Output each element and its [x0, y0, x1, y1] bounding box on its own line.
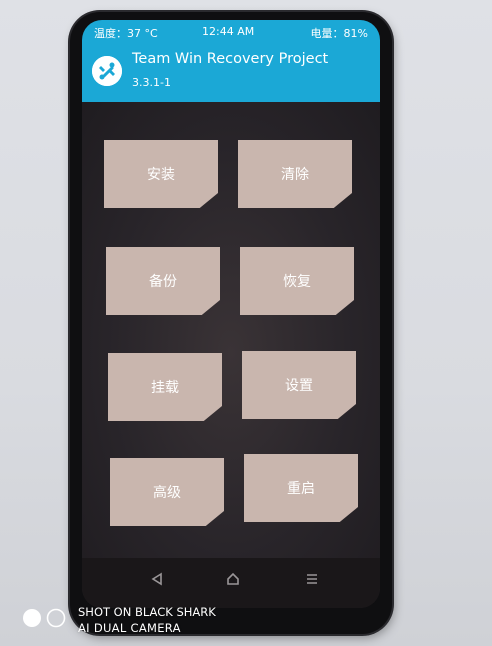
back-triangle-icon[interactable] — [150, 572, 164, 586]
home-icon[interactable] — [226, 572, 240, 586]
advanced-button[interactable]: 高级 — [110, 458, 224, 526]
restore-button[interactable]: 恢复 — [240, 247, 354, 315]
app-version: 3.3.1-1 — [132, 76, 171, 89]
watermark-line-2: AI DUAL CAMERA — [78, 621, 181, 635]
status-time: 12:44 AM — [202, 25, 255, 38]
app-header: Team Win Recovery Project 3.3.1-1 — [82, 44, 380, 102]
main-menu: 安装 清除 备份 恢复 挂载 设置 高级 重启 — [82, 102, 380, 558]
twrp-logo-icon — [92, 56, 122, 86]
navigation-bar — [82, 558, 380, 608]
status-battery: 电量：81% — [310, 27, 368, 40]
menu-lines-icon[interactable] — [305, 572, 319, 586]
reboot-button[interactable]: 重启 — [244, 454, 358, 522]
status-temperature: 温度：37 °C — [94, 27, 158, 40]
status-bar: 温度：37 °C 12:44 AM 电量：81% — [82, 20, 380, 44]
mount-button[interactable]: 挂载 — [108, 353, 222, 421]
phone-screen: 温度：37 °C 12:44 AM 电量：81% Team Win Recove… — [82, 20, 380, 608]
watermark-line-1: SHOT ON BLACK SHARK — [78, 605, 216, 619]
backup-button[interactable]: 备份 — [106, 247, 220, 315]
dual-camera-logo-icon — [23, 608, 66, 628]
wipe-button[interactable]: 清除 — [238, 140, 352, 208]
app-title: Team Win Recovery Project — [132, 51, 329, 67]
settings-button[interactable]: 设置 — [242, 351, 356, 419]
install-button[interactable]: 安装 — [104, 140, 218, 208]
